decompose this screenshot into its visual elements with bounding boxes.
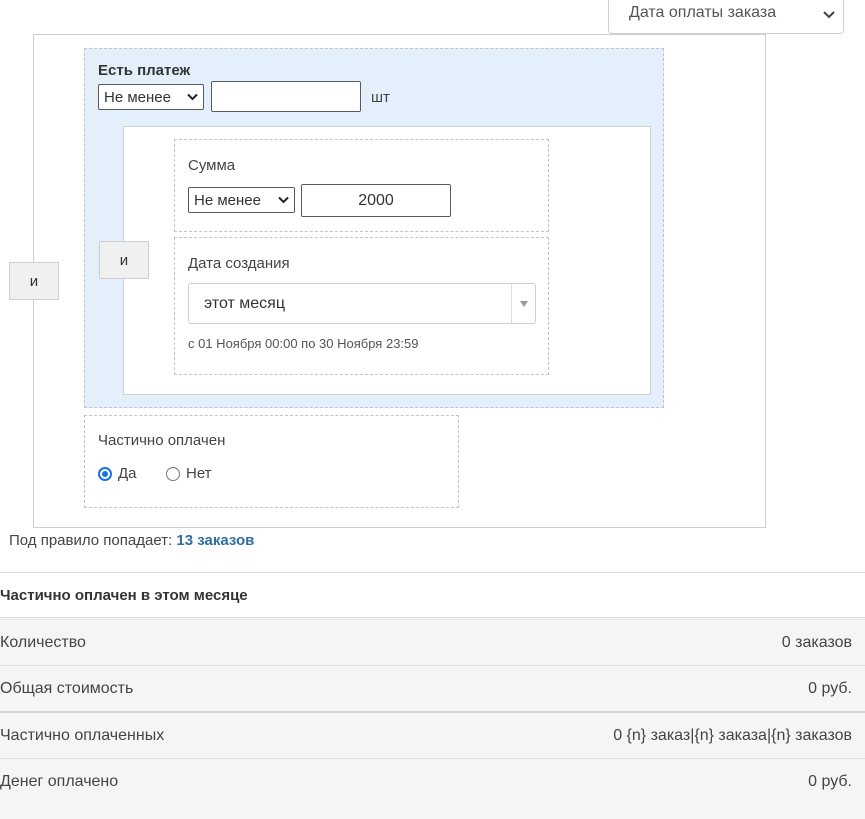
radio-option-yes[interactable]: Да bbox=[98, 465, 137, 482]
outer-and-operator-button[interactable]: и bbox=[9, 262, 59, 300]
partially-paid-condition bbox=[84, 415, 459, 508]
date-field-select[interactable]: Дата оплаты заказа bbox=[608, 0, 844, 34]
chevron-down-icon bbox=[278, 196, 289, 204]
dropdown-arrow-icon bbox=[511, 284, 535, 323]
stats-row-label: Количество bbox=[0, 633, 86, 651]
created-date-period-value: этот месяц bbox=[204, 294, 286, 312]
stats-row-label: Денег оплачено bbox=[0, 772, 119, 790]
stats-row-label: Общая стоимость bbox=[0, 679, 134, 697]
stats-row: Общая стоимость 0 руб. bbox=[0, 665, 865, 711]
radio-yes-label: Да bbox=[118, 465, 137, 482]
stats-title: Частично оплачен в этом месяце bbox=[0, 586, 248, 604]
stats-title-row: Частично оплачен в этом месяце bbox=[0, 572, 865, 618]
chevron-down-icon bbox=[823, 7, 835, 25]
payment-group-title: Есть платеж bbox=[98, 62, 191, 79]
radio-no-label: Нет bbox=[186, 465, 212, 482]
payment-count-input[interactable] bbox=[211, 81, 361, 112]
sum-value-input[interactable]: 2000 bbox=[301, 184, 451, 217]
stats-row-value: 0 руб. bbox=[808, 679, 852, 697]
radio-no-button[interactable] bbox=[166, 466, 180, 481]
radio-yes-button[interactable] bbox=[98, 466, 112, 481]
stats-row-value: 0 руб. bbox=[808, 772, 852, 790]
chevron-down-icon bbox=[187, 93, 198, 101]
created-date-range-text: с 01 Ноября 00:00 по 30 Ноября 23:59 bbox=[188, 336, 419, 351]
sum-value: 2000 bbox=[358, 191, 394, 209]
rule-summary: Под правило попадает: 13 заказов bbox=[9, 532, 254, 549]
sum-label: Сумма bbox=[188, 157, 236, 174]
stats-row-label: Частично оплаченных bbox=[0, 726, 165, 744]
inner-and-label: и bbox=[119, 251, 129, 269]
sum-operator-value: Не менее bbox=[194, 191, 261, 209]
payment-count-unit: шт bbox=[371, 89, 390, 106]
rule-summary-prefix: Под правило попадает: bbox=[9, 532, 173, 549]
sum-operator-select[interactable]: Не менее bbox=[188, 187, 295, 213]
radio-option-no[interactable]: Нет bbox=[166, 465, 212, 482]
stats-row: Денег оплачено 0 руб. bbox=[0, 758, 865, 819]
created-date-label: Дата создания bbox=[188, 255, 290, 272]
created-date-period-select[interactable]: этот месяц bbox=[188, 283, 536, 324]
stats-row: Частично оплаченных 0 {n} заказ|{n} зака… bbox=[0, 711, 865, 758]
inner-and-operator-button[interactable]: и bbox=[99, 241, 149, 279]
partially-paid-label: Частично оплачен bbox=[98, 432, 226, 449]
stats-row-value: 0 {n} заказ|{n} заказа|{n} заказов bbox=[613, 726, 852, 744]
matching-orders-link[interactable]: 13 заказов bbox=[176, 532, 254, 549]
outer-and-label: и bbox=[29, 272, 39, 290]
stats-row-value: 0 заказов bbox=[781, 633, 852, 651]
date-field-select-value: Дата оплаты заказа bbox=[629, 4, 777, 21]
payment-count-operator-value: Не менее bbox=[104, 88, 171, 106]
payment-count-operator-select[interactable]: Не менее bbox=[98, 84, 204, 110]
stats-row: Количество 0 заказов bbox=[0, 619, 865, 665]
